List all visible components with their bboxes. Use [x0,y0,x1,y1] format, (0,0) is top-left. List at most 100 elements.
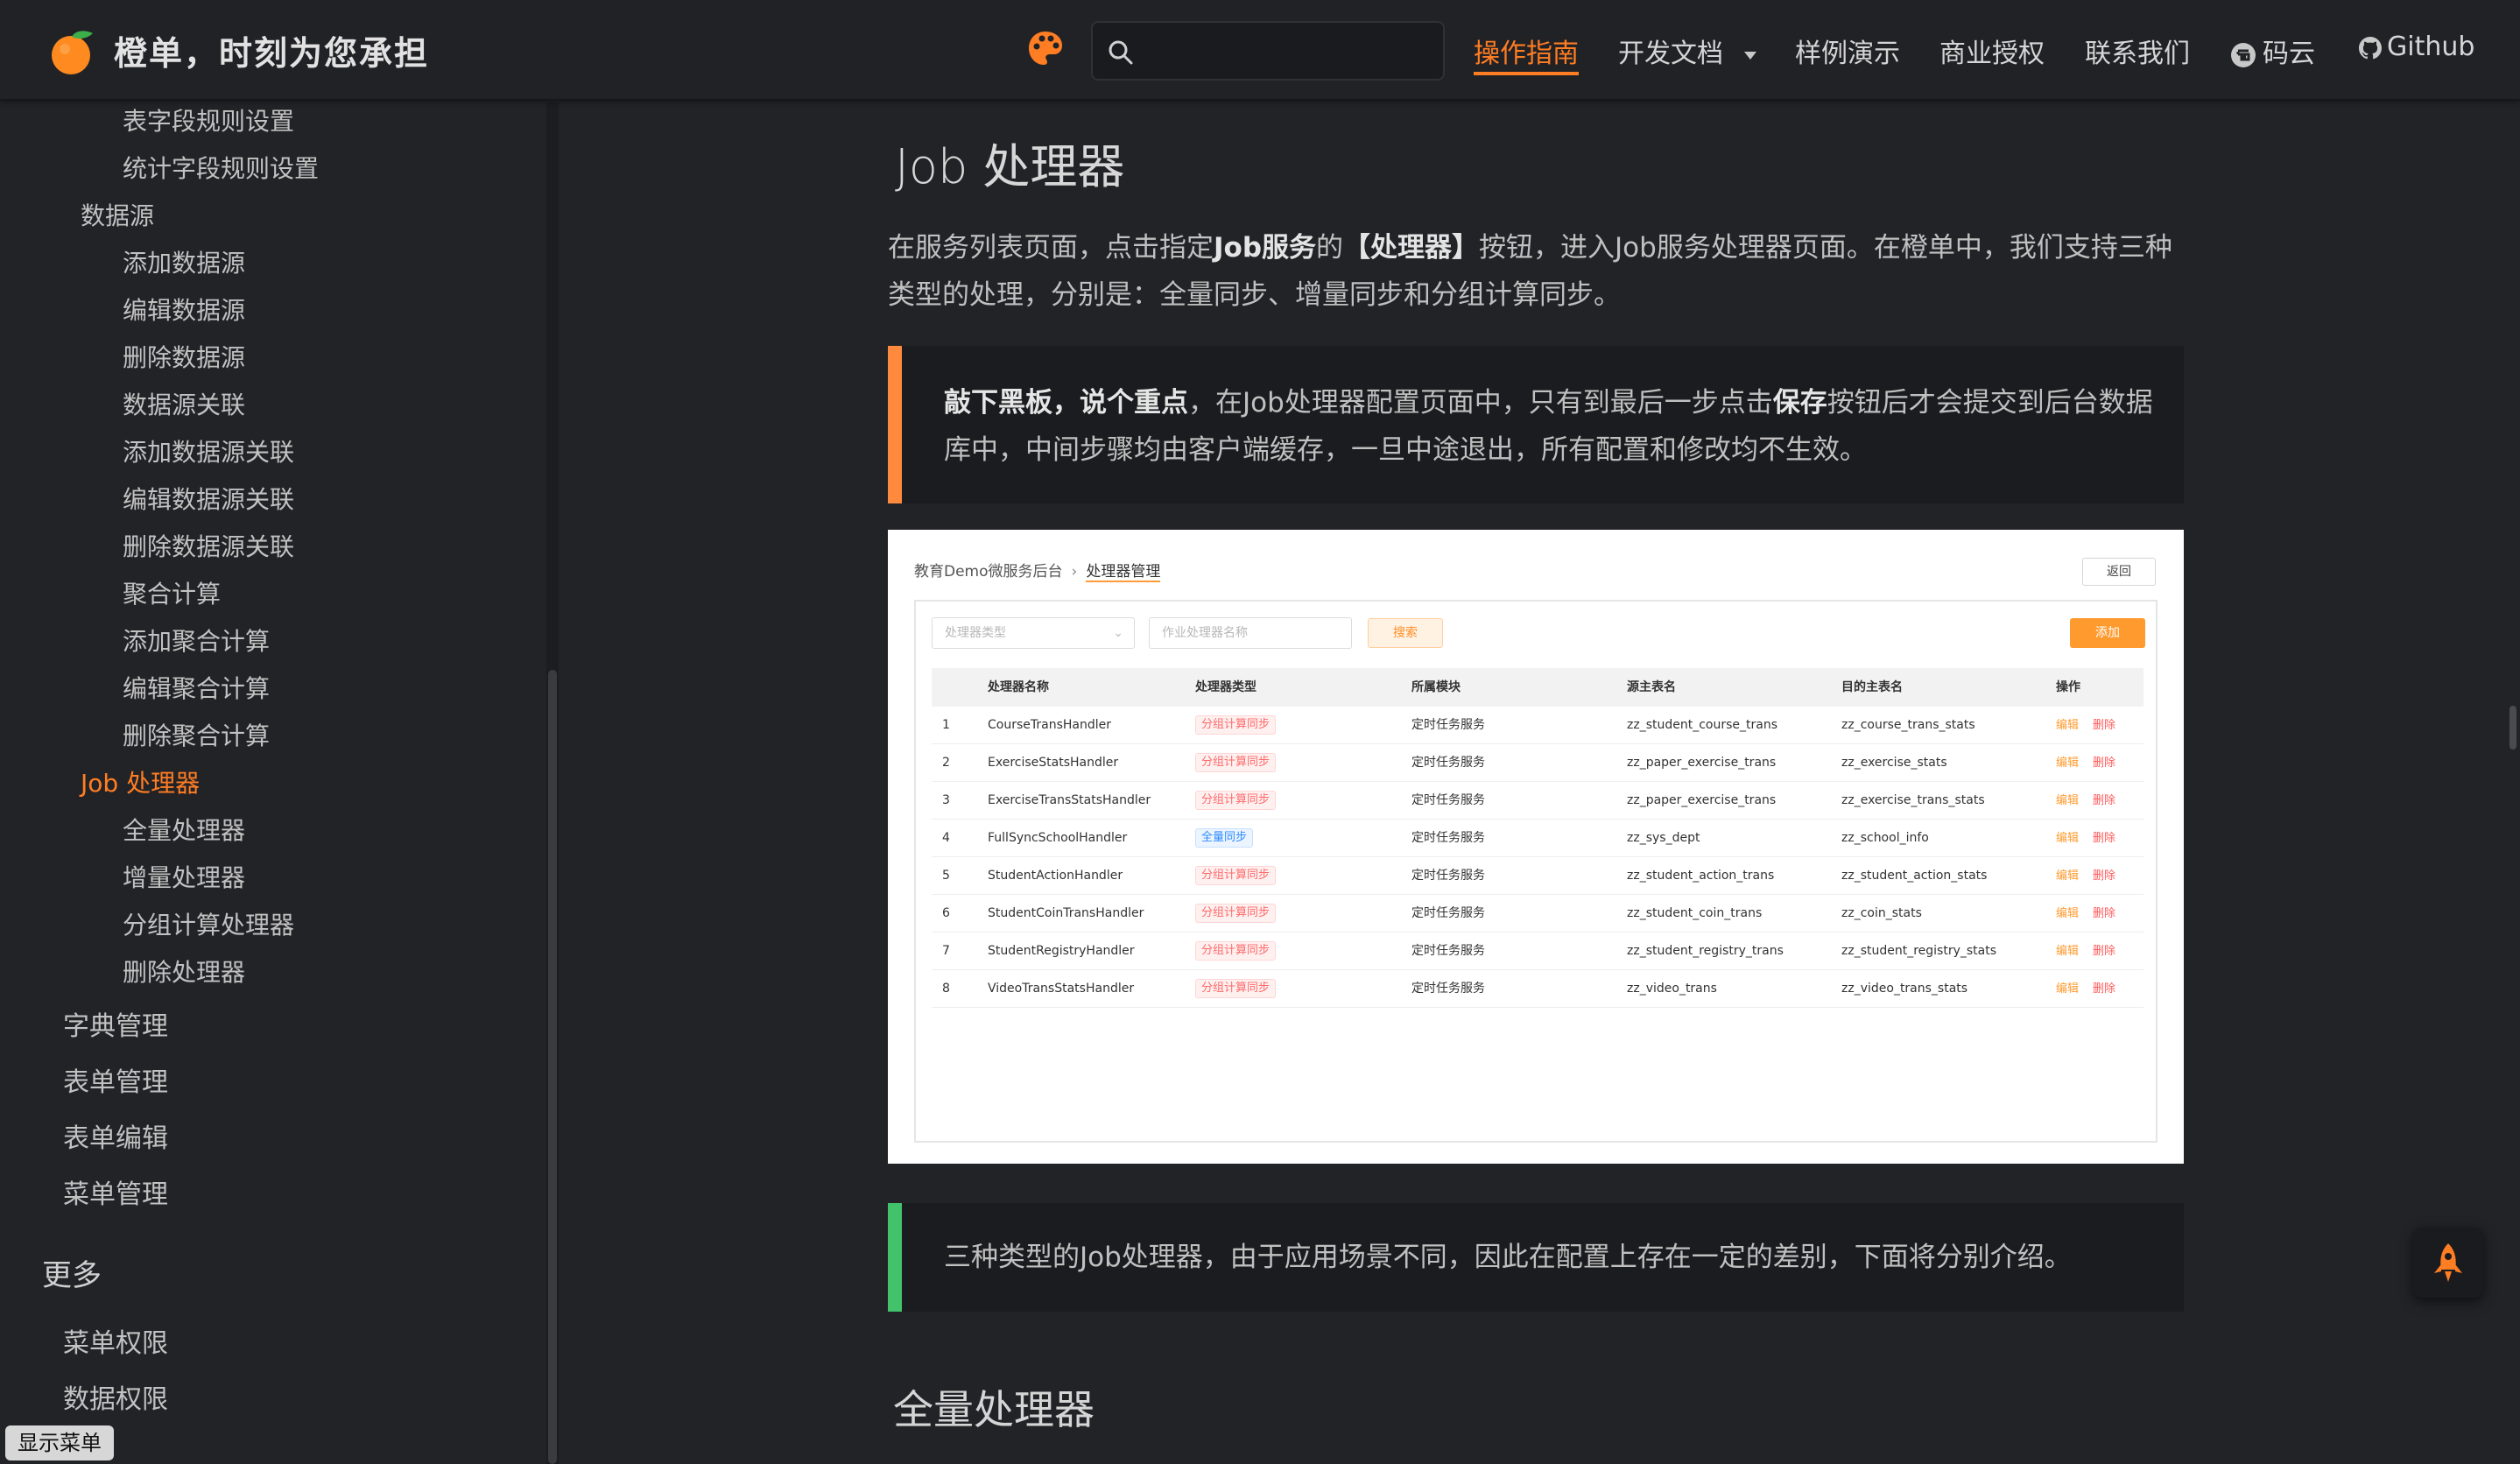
row-actions: 编辑 删除 [2056,744,2115,782]
sidebar: 表字段规则设置 统计字段规则设置 数据源 添加数据源 编辑数据源 删除数据源 数… [0,102,552,1464]
nav-contact[interactable]: 联系我们 [2085,32,2190,70]
handler-name: VideoTransStatsHandler [988,982,1135,996]
module: 定时任务服务 [1411,869,1485,883]
github-icon [2359,36,2382,59]
handler-name: ExerciseStatsHandler [988,756,1119,770]
section-heading: 全量处理器 [893,1386,1095,1433]
sidebar-item-delete-relation[interactable]: 删除数据源关联 [123,528,294,563]
site-title[interactable]: 橙单，时刻为您承担 [114,26,429,74]
delete-link: 删除 [2093,794,2116,807]
module: 定时任务服务 [1411,831,1485,845]
sidebar-item-delete-handler[interactable]: 删除处理器 [123,954,245,989]
sidebar-item-form-edit[interactable]: 表单编辑 [63,1116,168,1155]
table-row: 6 StudentCoinTransHandler 分组计算同步 定时任务服务 zz_s… [932,895,2143,933]
handler-panel: 处理器类型 ⌄ 作业处理器名称 搜索 添加 处理器名称 处理器类型 所属模块 源主… [914,600,2157,1143]
sidebar-item-full-handler[interactable]: 全量处理器 [123,812,245,847]
handler-type-tag: 分组计算同步 [1195,715,1277,735]
sidebar-item-menu-manage[interactable]: 菜单管理 [63,1172,168,1211]
handler-type-cell: 全量同步 [1195,820,1254,857]
sidebar-scroll-thumb[interactable] [548,670,557,1464]
col-header: 处理器名称 [988,680,1049,694]
breadcrumb-current: 处理器管理 [1086,563,1161,582]
col-header: 源主表名 [1627,680,1676,694]
gitee-icon [2231,42,2256,67]
tip-text-part: ，在Job处理器配置页面中，只有到最后一步点击 [1188,387,1773,419]
table-header: 处理器名称 处理器类型 所属模块 源主表名 目的主表名 操作 [932,668,2143,707]
nav-github[interactable]: Github [2357,32,2474,70]
page-scroll-thumb[interactable] [2509,706,2516,750]
nav-github-label: Github [2387,32,2475,62]
delete-link: 删除 [2093,832,2116,845]
target-table: zz_exercise_stats [1841,756,1947,770]
edit-link: 编辑 [2056,832,2080,845]
sidebar-item-add-datasource[interactable]: 添加数据源 [123,244,245,279]
sidebar-group-more[interactable]: 更多 [42,1251,102,1294]
handler-table-card: 处理器类型 ⌄ 作业处理器名称 搜索 添加 处理器名称 处理器类型 所属模块 源主… [932,617,2145,1127]
source-table: zz_student_registry_trans [1627,944,1784,958]
tip-block-note: 三种类型的Job处理器，由于应用场景不同，因此在配置上存在一定的差别，下面将分别… [888,1203,2184,1312]
col-header: 操作 [2056,680,2080,694]
row-actions: 编辑 删除 [2056,820,2115,857]
sidebar-item-table-field-rule[interactable]: 表字段规则设置 [123,102,294,137]
sidebar-item-form-manage[interactable]: 表单管理 [63,1060,168,1099]
breadcrumb-root: 教育Demo微服务后台 [914,563,1063,581]
sidebar-item-add-aggregation[interactable]: 添加聚合计算 [123,623,270,658]
row-actions: 编辑 删除 [2056,707,2115,744]
orange-logo-icon[interactable] [49,28,96,75]
nav-gitee[interactable]: 码云 [2229,32,2315,70]
sidebar-item-menu-permission[interactable]: 菜单权限 [63,1321,168,1360]
search-input[interactable] [1145,33,1434,68]
row-index: 3 [942,793,950,807]
sidebar-item-delete-datasource[interactable]: 删除数据源 [123,339,245,374]
intro-bold: Job服务 [1214,232,1317,264]
handler-manage-screenshot: 教育Demo微服务后台 › 处理器管理 返回 处理器类型 ⌄ 作业处理器名称 搜索 添… [888,530,2184,1164]
sidebar-item-data-permission[interactable]: 数据权限 [63,1377,168,1416]
source-table: zz_student_action_trans [1627,869,1775,883]
show-menu-button[interactable]: 显示菜单 [5,1425,114,1460]
source-table: zz_sys_dept [1627,831,1700,845]
sidebar-item-add-relation[interactable]: 添加数据源关联 [123,433,294,468]
sidebar-scrollbar[interactable] [546,102,559,1464]
row-index: 5 [942,869,950,883]
handler-type-tag: 分组计算同步 [1195,979,1277,998]
sidebar-item-edit-datasource[interactable]: 编辑数据源 [123,292,245,327]
sidebar-item-incremental-handler[interactable]: 增量处理器 [123,859,245,894]
add-button: 添加 [2070,618,2145,648]
edit-link: 编辑 [2056,945,2080,958]
row-actions: 编辑 删除 [2056,857,2115,895]
col-header: 目的主表名 [1841,680,1903,694]
delete-link: 删除 [2093,757,2116,770]
search-box[interactable] [1091,21,1445,81]
table-row: 5 StudentActionHandler 分组计算同步 定时任务服务 zz_stud… [932,857,2143,895]
tip-block-important: 敲下黑板，说个重点，在Job处理器配置页面中，只有到最后一步点击保存按钮后才会提… [888,346,2184,503]
nav-demo[interactable]: 样例演示 [1795,32,1900,70]
handler-name: CourseTransHandler [988,718,1111,732]
handler-type-tag: 分组计算同步 [1195,753,1277,772]
row-index: 1 [942,718,950,732]
module: 定时任务服务 [1411,982,1485,996]
target-table: zz_exercise_trans_stats [1841,793,1985,807]
sidebar-item-job-handler[interactable]: Job 处理器 [81,764,200,799]
sidebar-item-stat-field-rule[interactable]: 统计字段规则设置 [123,150,319,185]
table-row: 2 ExerciseStatsHandler 分组计算同步 定时任务服务 zz_pape… [932,744,2143,782]
row-index: 6 [942,906,950,920]
sidebar-item-datasource-relation[interactable]: 数据源关联 [123,386,245,421]
sidebar-item-datasource[interactable]: 数据源 [81,197,154,232]
sidebar-item-dict[interactable]: 字典管理 [63,1004,168,1043]
sidebar-item-aggregation[interactable]: 聚合计算 [123,575,221,610]
theme-palette-icon[interactable] [1026,29,1065,67]
module: 定时任务服务 [1411,906,1485,920]
nav-dev-docs[interactable]: 开发文档 [1618,32,1760,70]
sidebar-item-edit-aggregation[interactable]: 编辑聚合计算 [123,670,270,705]
handler-type-cell: 分组计算同步 [1195,857,1277,895]
source-table: zz_paper_exercise_trans [1627,793,1777,807]
back-to-top-button[interactable] [2413,1228,2483,1298]
nav-guide[interactable]: 操作指南 [1474,32,1579,75]
delete-link: 删除 [2093,719,2116,732]
sidebar-item-group-calc-handler[interactable]: 分组计算处理器 [123,906,294,941]
delete-link: 删除 [2093,907,2116,920]
target-table: zz_student_registry_stats [1841,944,1997,958]
nav-license[interactable]: 商业授权 [1939,32,2045,70]
sidebar-item-delete-aggregation[interactable]: 删除聚合计算 [123,717,270,752]
sidebar-item-edit-relation[interactable]: 编辑数据源关联 [123,481,294,516]
